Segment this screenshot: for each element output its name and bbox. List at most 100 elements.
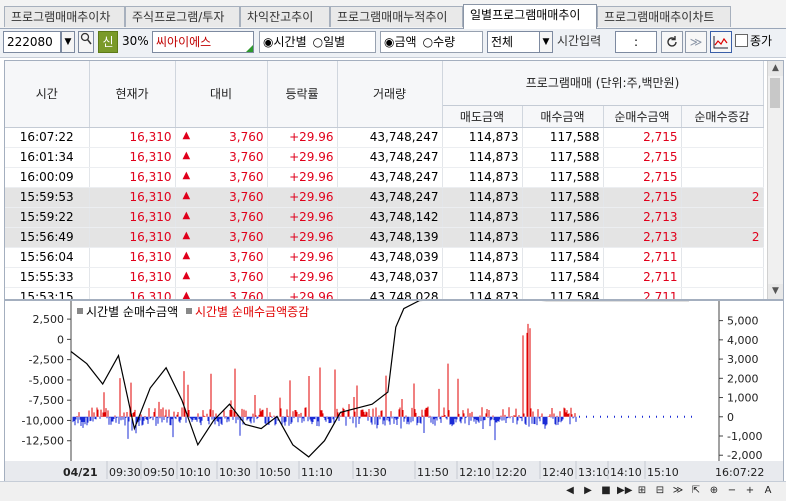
cell-volume-value: 43,748,028: [369, 290, 439, 300]
tab-program-trend-1[interactable]: 프로그램매매추이차: [4, 6, 125, 27]
cell-delta: [681, 167, 764, 188]
header-net-buy[interactable]: 순매수금액: [603, 105, 682, 128]
header-change[interactable]: 대비: [175, 61, 268, 128]
refresh-icon[interactable]: [661, 31, 683, 53]
stock-code-input[interactable]: 222080: [3, 31, 61, 53]
cell-volume: 43,748,247: [337, 127, 443, 148]
cell-sell-value: 114,873: [468, 210, 519, 224]
cell-net-value: 2,715: [643, 150, 678, 164]
cell-net-value: 2,715: [643, 190, 678, 204]
cell-net: 2,711: [603, 267, 682, 288]
time-input[interactable]: :: [615, 31, 657, 53]
table-row[interactable]: 15:59:22 16,310 ▲ 3,760 +29.96 43,748,142 114,…: [5, 207, 764, 228]
cell-buy: 117,586: [522, 207, 604, 228]
x-tick-label: 12:10: [459, 466, 491, 479]
chart-nav-button-icon[interactable]: +: [743, 484, 757, 498]
cell-change-value: 3,760: [229, 290, 264, 300]
chart-nav-button-icon[interactable]: −: [725, 484, 739, 498]
up-arrow-icon: ▲: [182, 130, 191, 141]
chart-nav-button-icon[interactable]: ◀: [563, 484, 577, 498]
cell-time-value: 15:56:04: [19, 250, 74, 264]
chart-nav-button-icon[interactable]: ⊕: [707, 484, 721, 498]
scroll-up-icon[interactable]: ▲: [768, 61, 783, 76]
table-row[interactable]: 15:55:33 16,310 ▲ 3,760 +29.96 43,748,037 114,…: [5, 267, 764, 288]
up-arrow-icon: ▲: [182, 190, 191, 201]
cell-change-value: 3,760: [229, 170, 264, 184]
chart-nav-button-icon[interactable]: ⊟: [653, 484, 667, 498]
radio-amount[interactable]: ◉금액: [381, 32, 420, 52]
header-price[interactable]: 현재가: [89, 61, 176, 128]
cell-buy-value: 117,584: [549, 290, 600, 300]
cell-buy: 117,584: [522, 247, 604, 268]
cell-time-value: 15:59:22: [19, 210, 74, 224]
tab-program-chart[interactable]: 프로그램매매추이차트: [597, 6, 731, 27]
cell-net: 2,713: [603, 207, 682, 228]
header-time[interactable]: 시간: [5, 61, 90, 128]
table-row[interactable]: 16:07:22 16,310 ▲ 3,760 +29.96 43,748,247 114,…: [5, 127, 764, 148]
cell-volume-value: 43,748,247: [369, 150, 439, 164]
header-volume[interactable]: 거래량: [337, 61, 443, 128]
chart-nav-button-icon[interactable]: ⇱: [689, 484, 703, 498]
chart-nav-button-icon[interactable]: ≫: [671, 484, 685, 498]
table-row[interactable]: 15:56:49 16,310 ▲ 3,760 +29.96 43,748,139 114,…: [5, 227, 764, 248]
left-tick-label: 0: [57, 333, 64, 346]
cell-sell: 114,873: [442, 287, 523, 299]
cell-sell-value: 114,873: [468, 130, 519, 144]
stock-code-dropdown[interactable]: ▼: [61, 31, 75, 53]
cell-price: 16,310: [89, 287, 176, 299]
table-row[interactable]: 16:01:34 16,310 ▲ 3,760 +29.96 43,748,247 114,…: [5, 147, 764, 168]
chart-nav-button-icon[interactable]: ⊞: [635, 484, 649, 498]
left-tick-label: -7,500: [29, 394, 64, 407]
tab-stock-program[interactable]: 주식프로그램/투자: [125, 6, 240, 27]
chart-canvas[interactable]: 2,500 0 -2,500 -5,000 -7,500 -10,000 -12,500 5,…: [5, 301, 783, 481]
chart-nav-button-icon[interactable]: ■: [599, 484, 613, 498]
table-row[interactable]: 15:59:53 16,310 ▲ 3,760 +29.96 43,748,247 114,…: [5, 187, 764, 208]
radio-quantity[interactable]: ○수량: [420, 32, 459, 52]
tab-program-cumulative[interactable]: 프로그램매매누적추이: [330, 6, 463, 27]
cell-delta: 2: [681, 227, 764, 248]
search-icon[interactable]: [78, 31, 94, 53]
x-tick-label: 14:10: [610, 466, 642, 479]
chart-nav-bar: ◀ ▶ ■ ▶▶ ⊞ ⊟ ≫ ⇱ ⊕ − + A: [0, 481, 786, 501]
header-rate[interactable]: 등락률: [267, 61, 338, 128]
tab-arbitrage-balance[interactable]: 차익잔고추이: [240, 6, 330, 27]
cell-volume: 43,748,247: [337, 187, 443, 208]
next-icon[interactable]: ≫: [685, 31, 707, 53]
cell-net: 2,715: [603, 167, 682, 188]
cell-net: 2,713: [603, 227, 682, 248]
x-tick-label: 11:30: [355, 466, 387, 479]
header-buy-amount[interactable]: 매수금액: [522, 105, 604, 128]
cell-sell: 114,873: [442, 247, 523, 268]
header-program-group: 프로그램매매 (단위:주,백만원): [442, 61, 764, 106]
table-row[interactable]: 16:00:09 16,310 ▲ 3,760 +29.96 43,748,247 114,…: [5, 167, 764, 188]
table-row[interactable]: 15:56:04 16,310 ▲ 3,760 +29.96 43,748,039 114,…: [5, 247, 764, 268]
chart-nav-button-icon[interactable]: A: [761, 484, 775, 498]
table-row[interactable]: 15:53:15 16,310 ▲ 3,760 +29.96 43,748,028 114,…: [5, 287, 764, 300]
cell-change-value: 3,760: [229, 130, 264, 144]
close-price-checkbox[interactable]: 종가: [735, 31, 785, 53]
cell-buy-value: 117,588: [549, 190, 600, 204]
scroll-down-icon[interactable]: ▼: [768, 284, 783, 299]
x-tick-label: 13:10: [578, 466, 610, 479]
chart-toggle-icon[interactable]: [710, 31, 732, 53]
cell-rate: +29.96: [267, 147, 338, 168]
cell-net: 2,715: [603, 187, 682, 208]
chart-nav-button-icon[interactable]: ▶: [581, 484, 595, 498]
header-net-delta[interactable]: 순매수증감: [681, 105, 764, 128]
chart-nav-button-icon[interactable]: ▶▶: [617, 484, 632, 498]
cell-change-value: 3,760: [229, 270, 264, 284]
radio-daily[interactable]: ○일별: [310, 32, 349, 52]
view-mode-group: ◉시간별 ○일별: [259, 31, 376, 53]
time-input-label: 시간입력: [557, 34, 602, 48]
cell-net-value: 2,715: [643, 130, 678, 144]
header-sell-amount[interactable]: 매도금액: [442, 105, 523, 128]
cell-price: 16,310: [89, 227, 176, 248]
tab-daily-program[interactable]: 일별프로그램매매추이: [463, 4, 597, 29]
stock-name-field[interactable]: 씨아이에스: [152, 31, 254, 53]
radio-time[interactable]: ◉시간별: [260, 32, 310, 52]
cell-volume-value: 43,748,037: [369, 270, 439, 284]
x-tick-label: 11:50: [417, 466, 449, 479]
market-select-dropdown[interactable]: ▼: [539, 31, 553, 53]
scroll-thumb[interactable]: [770, 78, 780, 108]
vertical-scrollbar[interactable]: ▲ ▼: [767, 61, 783, 299]
